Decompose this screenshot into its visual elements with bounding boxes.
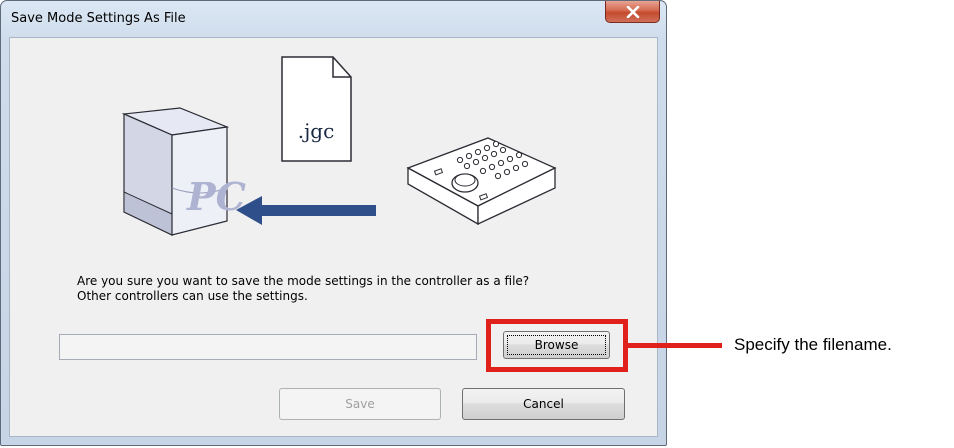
filename-field[interactable]: [59, 334, 477, 360]
transfer-illustration: PC .jgc: [121, 56, 557, 236]
message-line-2: Other controllers can use the settings.: [77, 289, 308, 303]
arrow-left-icon: [236, 196, 376, 225]
close-icon: [626, 5, 639, 18]
callout-text: Specify the filename.: [734, 335, 892, 354]
window-title: Save Mode Settings As File: [11, 11, 186, 26]
message-line-1: Are you sure you want to save the mode s…: [77, 274, 530, 288]
cancel-button[interactable]: Cancel: [462, 388, 625, 420]
dialog-content: PC .jgc Are you sure you want to save th…: [9, 37, 658, 437]
callout-connector: [628, 343, 722, 348]
close-button[interactable]: [605, 1, 660, 23]
title-bar[interactable]: Save Mode Settings As File: [1, 1, 666, 35]
controller-icon: [406, 137, 557, 226]
save-button[interactable]: Save: [279, 388, 441, 420]
file-icon: .jgc: [281, 56, 352, 162]
browse-highlight-box: [486, 319, 628, 372]
pc-label: PC: [186, 174, 246, 219]
dialog-window: Save Mode Settings As File PC .jgc Are y…: [0, 0, 667, 446]
file-extension-label: .jgc: [298, 119, 335, 143]
pc-icon: PC: [121, 107, 246, 236]
confirmation-message: Are you sure you want to save the mode s…: [77, 274, 529, 304]
save-button-label: Save: [345, 397, 375, 411]
cancel-button-label: Cancel: [523, 397, 564, 411]
